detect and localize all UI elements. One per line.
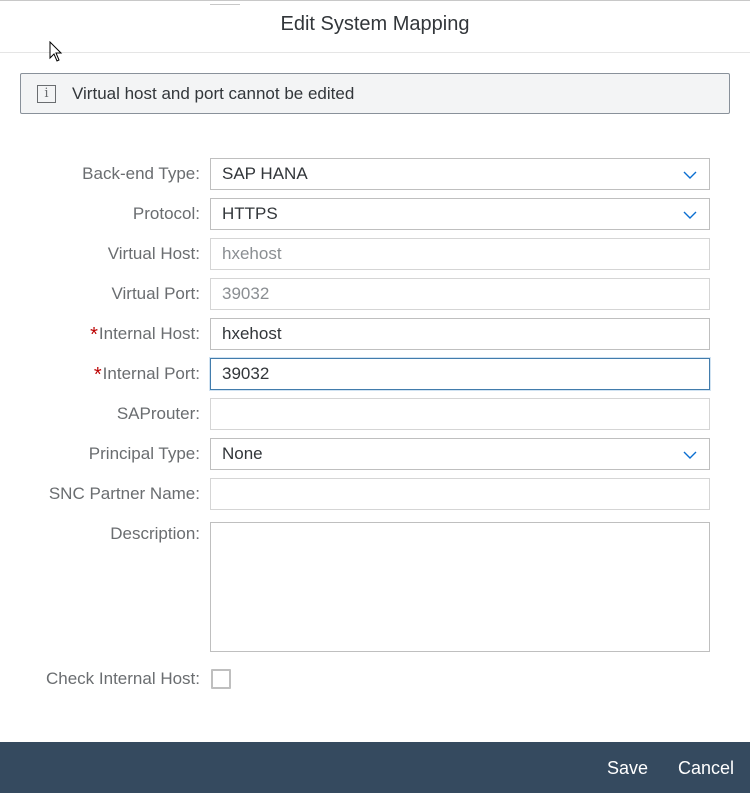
protocol-row: Protocol: HTTPS <box>0 198 750 230</box>
dialog-footer: Save Cancel <box>0 742 750 793</box>
protocol-select[interactable]: HTTPS <box>210 198 710 230</box>
principal-type-select[interactable]: None <box>210 438 710 470</box>
virtual-port-value: 39032 <box>222 284 270 303</box>
snc-partner-name-label: SNC Partner Name: <box>48 484 200 503</box>
virtual-host-row: Virtual Host: hxehost <box>0 238 750 270</box>
virtual-port-row: Virtual Port: 39032 <box>0 278 750 310</box>
internal-host-input[interactable]: hxehost <box>210 318 710 350</box>
description-row: Description: <box>0 518 750 653</box>
principal-type-label: Principal Type: <box>88 444 200 463</box>
snc-partner-name-input[interactable] <box>210 478 710 510</box>
internal-port-value: 39032 <box>222 364 270 383</box>
backend-type-select[interactable]: SAP HANA <box>210 158 710 190</box>
backend-type-value: SAP HANA <box>222 164 308 183</box>
check-internal-host-row: Check Internal Host: <box>0 663 750 695</box>
edit-system-mapping-dialog: Edit System Mapping i Virtual host and p… <box>0 0 750 793</box>
internal-port-label: * Internal Port: <box>93 364 200 386</box>
info-icon: i <box>37 84 56 103</box>
save-button[interactable]: Save <box>592 752 663 785</box>
internal-port-input[interactable]: 39032 <box>209 357 711 391</box>
principal-type-row: Principal Type: None <box>0 438 750 470</box>
principal-type-value: None <box>222 444 263 463</box>
check-internal-host-checkbox[interactable] <box>211 669 231 689</box>
info-message-strip: i Virtual host and port cannot be edited <box>20 73 730 114</box>
virtual-host-label: Virtual Host: <box>107 244 200 263</box>
protocol-label: Protocol: <box>132 204 200 223</box>
virtual-port-field: 39032 <box>210 278 710 310</box>
dialog-title: Edit System Mapping <box>280 12 470 35</box>
cancel-button[interactable]: Cancel <box>663 752 749 785</box>
internal-host-label: * Internal Host: <box>90 324 200 346</box>
saprouter-row: SAProuter: <box>0 398 750 430</box>
chevron-down-icon[interactable] <box>683 168 697 182</box>
required-marker: * <box>93 364 102 386</box>
snc-partner-name-row: SNC Partner Name: <box>0 478 750 510</box>
internal-port-row: * Internal Port: 39032 <box>0 357 750 391</box>
internal-host-value: hxehost <box>222 324 282 343</box>
required-marker: * <box>90 324 98 346</box>
internal-host-row: * Internal Host: hxehost <box>0 318 750 350</box>
chevron-down-icon[interactable] <box>683 448 697 462</box>
description-label: Description: <box>110 524 200 543</box>
backend-type-label: Back-end Type: <box>82 164 200 183</box>
chevron-down-icon[interactable] <box>683 208 697 222</box>
mouse-cursor-icon <box>49 41 63 62</box>
saprouter-label: SAProuter: <box>116 404 200 423</box>
saprouter-input[interactable] <box>210 398 710 430</box>
virtual-port-label: Virtual Port: <box>111 284 200 303</box>
virtual-host-value: hxehost <box>222 244 282 263</box>
info-message-text: Virtual host and port cannot be edited <box>72 83 355 103</box>
check-internal-host-label: Check Internal Host: <box>45 669 200 688</box>
backend-type-row: Back-end Type: SAP HANA <box>0 158 750 190</box>
dialog-header: Edit System Mapping <box>0 1 750 53</box>
virtual-host-field: hxehost <box>210 238 710 270</box>
description-textarea[interactable] <box>210 522 710 652</box>
protocol-value: HTTPS <box>222 204 278 223</box>
